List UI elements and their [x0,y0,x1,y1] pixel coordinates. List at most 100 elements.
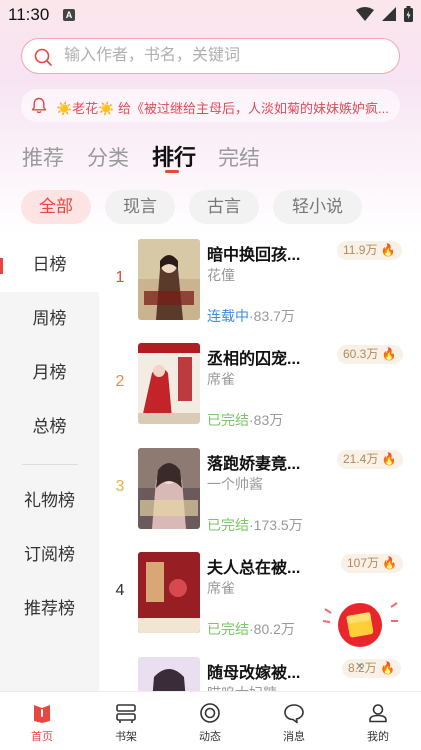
nav-home[interactable]: 首页 [0,692,84,750]
book-meta: 已完结·80.2万 [207,619,295,639]
battery-icon [404,6,413,22]
book-cover [138,448,200,529]
status-bar: 11:30 A [0,0,421,30]
book-meta: 已完结·173.5万 [207,515,303,535]
heat-value: 21.4万 [343,452,379,466]
book-cover [138,657,200,691]
heat-value: 107万 [347,556,380,570]
active-side-marker [0,258,3,274]
nav-label: 动态 [199,731,221,743]
message-bubble-icon [284,704,304,724]
tab-recommend[interactable]: 推荐 [22,142,64,172]
rank-number: 4 [115,582,125,599]
search-icon [34,48,52,66]
nav-label: 我的 [367,731,389,743]
sidebar-item-label: 礼物榜 [24,491,75,510]
book-row[interactable]: 3 落跑娇妻竟... 一个帅酱 已完结·173.5万 21.4万 🔥 [99,448,421,552]
book-title: 夫人总在被... [207,560,301,577]
notice-text: ☀️老花☀️ 给《被过继给主母后，人淡如菊的妹妹嫉妒疯... [56,101,389,116]
word-count: ·83.7万 [249,308,295,324]
sidebar-item-monthly[interactable]: 月榜 [0,346,99,400]
book-row[interactable]: 1 暗中换回孩... 花僮 连载中·83.7万 11.9万 🔥 [99,239,421,343]
heat-badge: 11.9万 🔥 [337,241,402,260]
book-cover [138,239,200,320]
sidebar-item-recommend[interactable]: 推荐榜 [0,582,99,636]
nav-label: 首页 [31,731,53,743]
word-count: ·173.5万 [249,517,303,533]
signal-icon [382,7,396,21]
nav-messages[interactable]: 消息 [252,692,336,750]
sidebar-item-label: 周榜 [32,309,67,328]
fire-icon: 🔥 [381,452,397,466]
chip-all[interactable]: 全部 [21,190,91,224]
book-row[interactable]: 随母改嫁被... 喵呜大妃糖 8.2万 🔥 [99,657,421,691]
sidebar-item-total[interactable]: 总榜 [0,400,99,454]
sidebar-item-label: 订阅榜 [24,545,75,564]
heat-value: 11.9万 [343,243,378,257]
book-status: 连载中 [207,308,249,324]
sidebar-item-label: 推荐榜 [24,599,75,618]
book-author: 席雀 [207,580,235,596]
system-icons [356,6,413,22]
book-status: 已完结 [207,517,249,533]
tab-ranking[interactable]: 排行 [152,140,196,172]
profile-icon [369,704,387,723]
book-author: 花僮 [207,267,235,283]
heat-badge: 107万 🔥 [341,554,404,573]
red-envelope-icon [322,602,398,647]
book-title: 落跑娇妻竟... [207,456,301,473]
chip-modern-romance[interactable]: 现言 [105,190,175,224]
nav-bookshelf[interactable]: 书架 [84,692,168,750]
sidebar-item-label: 日榜 [32,255,67,274]
book-meta: 已完结·83万 [207,410,283,430]
book-meta: 连载中·83.7万 [207,306,295,326]
rank-number: 2 [115,373,125,390]
close-icon[interactable]: ✕ [355,660,364,673]
nav-profile[interactable]: 我的 [336,692,420,750]
home-book-icon [34,705,50,723]
sidebar-item-daily[interactable]: 日榜 [0,238,99,292]
tab-finished[interactable]: 完结 [218,142,260,172]
rank-number: 3 [115,478,125,495]
sidebar-item-gift[interactable]: 礼物榜 [0,474,99,528]
gift-notice-banner[interactable]: ☀️老花☀️ 给《被过继给主母后，人淡如菊的妹妹嫉妒疯... [21,89,400,122]
activity-icon [200,703,220,723]
book-title: 随母改嫁被... [207,665,301,682]
sidebar-item-weekly[interactable]: 周榜 [0,292,99,346]
sidebar-item-label: 总榜 [32,417,67,436]
fire-icon: 🔥 [381,347,397,361]
active-tab-indicator [165,170,179,173]
rank-number: 1 [115,269,125,286]
tab-category[interactable]: 分类 [87,142,129,172]
bottom-navigation: 首页 书架 动态 消息 我的 [0,691,421,750]
fire-icon: 🔥 [382,556,398,570]
book-author: 喵呜大妃糖 [207,683,277,691]
heat-badge: 60.3万 🔥 [337,345,403,364]
sidebar-divider [22,464,78,465]
nav-label: 消息 [283,731,305,743]
nav-activity[interactable]: 动态 [168,692,252,750]
book-status: 已完结 [207,621,249,637]
sidebar-item-label: 月榜 [32,363,67,382]
fire-icon: 🔥 [380,243,396,257]
status-time: 11:30 [8,5,50,24]
bookshelf-icon [116,704,136,723]
nav-label: 书架 [115,731,137,743]
heat-badge: 8.2万 🔥 [342,659,401,678]
notification-icon: A [63,9,75,21]
book-author: 一个帅酱 [207,476,263,492]
word-count: ·83万 [249,412,284,428]
bell-icon [31,97,47,114]
chip-ancient-romance[interactable]: 古言 [189,190,259,224]
wifi-icon [356,7,374,21]
search-input[interactable] [64,39,384,72]
book-title: 丞相的囚宠... [207,351,301,368]
heat-badge: 21.4万 🔥 [337,450,403,469]
book-row[interactable]: 2 丞相的囚宠... 席雀 已完结·83万 60.3万 🔥 [99,343,421,447]
sidebar-item-subscription[interactable]: 订阅榜 [0,528,99,582]
chip-light-novel[interactable]: 轻小说 [273,190,362,224]
fire-icon: 🔥 [380,661,395,675]
search-bar[interactable] [21,38,400,74]
floating-gift-button[interactable] [321,595,399,653]
word-count: ·80.2万 [249,621,295,637]
